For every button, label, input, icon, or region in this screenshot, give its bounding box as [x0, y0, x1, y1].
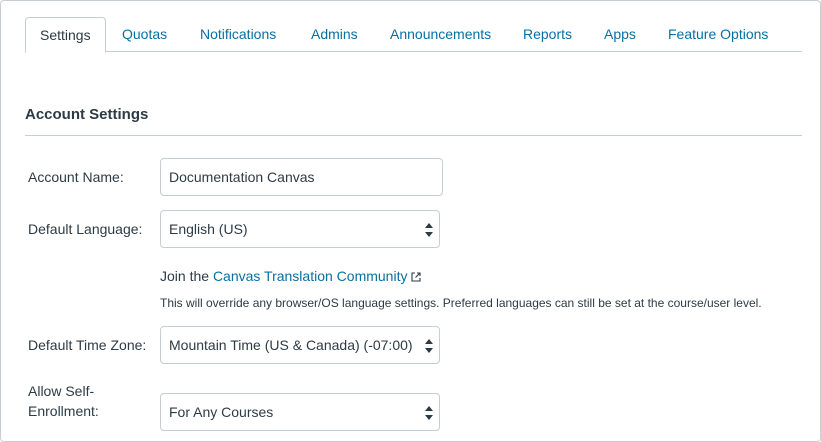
default-time-zone-select[interactable]: Mountain Time (US & Canada) (-07:00) — [160, 326, 440, 364]
self-enrollment-select[interactable]: For Any Courses — [160, 393, 440, 431]
tab-feature-options[interactable]: Feature Options — [668, 17, 768, 52]
self-enrollment-label: Allow Self- Enrollment: — [28, 381, 99, 421]
tab-apps[interactable]: Apps — [604, 17, 636, 52]
translation-community-line: Join the Canvas Translation Community — [160, 268, 422, 284]
select-arrows-icon — [425, 339, 433, 353]
default-time-zone-label: Default Time Zone: — [28, 337, 147, 353]
section-divider — [25, 135, 802, 136]
join-prefix: Join the — [160, 268, 210, 284]
tab-quotas[interactable]: Quotas — [122, 17, 167, 52]
select-arrows-icon — [425, 223, 433, 237]
tab-admins[interactable]: Admins — [311, 17, 358, 52]
account-name-input[interactable] — [160, 158, 443, 196]
self-enrollment-label-line1: Allow Self- — [28, 383, 95, 399]
tab-notifications[interactable]: Notifications — [200, 17, 276, 52]
self-enrollment-value: For Any Courses — [169, 404, 274, 420]
default-language-select[interactable]: English (US) — [160, 210, 440, 248]
time-zone-value: Mountain Time (US & Canada) (-07:00) — [169, 337, 413, 353]
settings-panel: Settings Quotas Notifications Admins Ann… — [0, 0, 821, 442]
external-link-icon — [411, 272, 422, 282]
section-title: Account Settings — [25, 106, 149, 123]
language-help-text: This will override any browser/OS langua… — [160, 296, 762, 310]
default-language-value: English (US) — [169, 221, 248, 237]
default-language-label: Default Language: — [28, 221, 143, 237]
select-arrows-icon — [425, 406, 433, 420]
tab-bar: Settings Quotas Notifications Admins Ann… — [25, 17, 802, 53]
translation-community-link[interactable]: Canvas Translation Community — [213, 268, 408, 284]
tab-reports[interactable]: Reports — [523, 17, 572, 52]
tab-settings[interactable]: Settings — [25, 17, 106, 53]
account-name-label: Account Name: — [28, 169, 124, 185]
tab-announcements[interactable]: Announcements — [390, 17, 491, 52]
self-enrollment-label-line2: Enrollment: — [28, 403, 99, 419]
